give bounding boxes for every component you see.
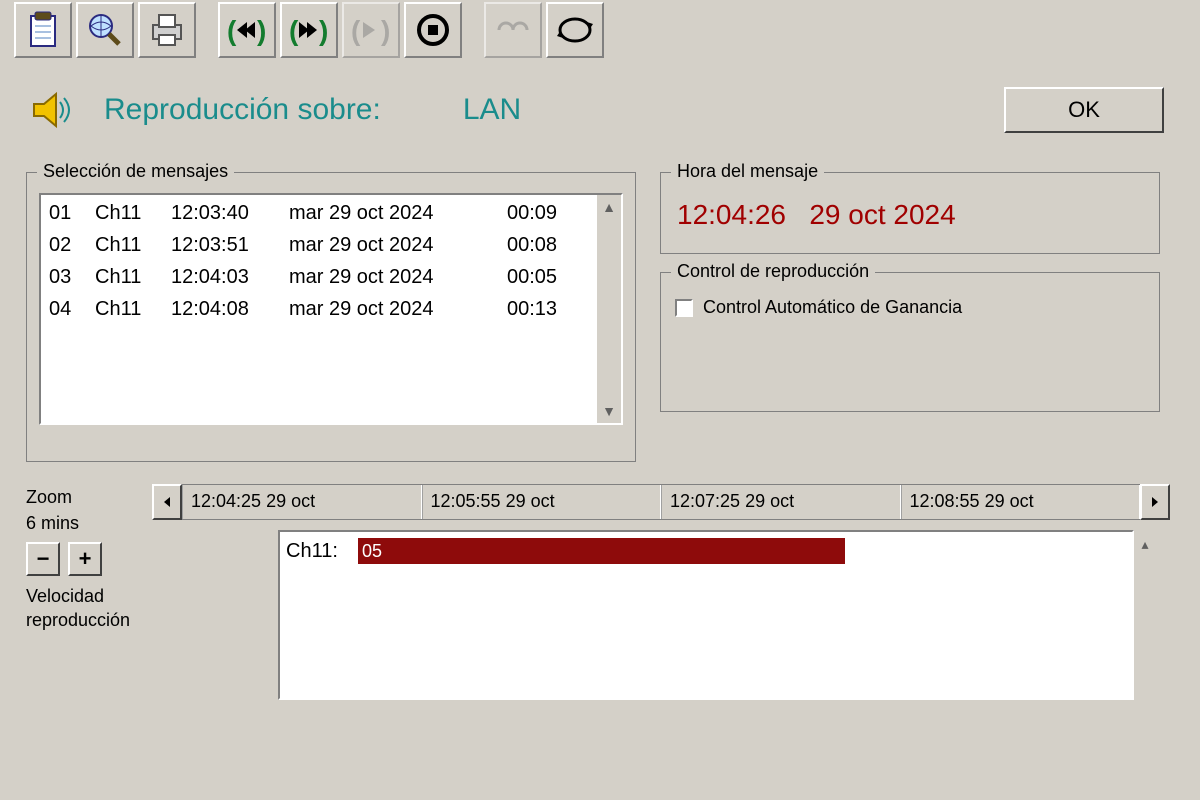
track-scroll-up-icon[interactable]: ▴ [1134,532,1156,556]
message-cell-ch: Ch11 [95,293,153,325]
message-cell-idx: 04 [49,293,77,325]
main-panel: Reproducción sobre: LAN OK Selección de … [0,64,1200,700]
message-cell-date: mar 29 oct 2024 [289,261,489,293]
message-cell-time: 12:04:08 [171,293,271,325]
message-cell-ch: Ch11 [95,261,153,293]
message-time-display: 12:04:26 29 oct 2024 [673,193,1147,241]
message-cell-dur: 00:08 [507,229,567,261]
ruler-prev-button[interactable] [152,484,182,520]
message-cell-dur: 00:05 [507,261,567,293]
ruler-cell: 12:08:55 29 oct [901,485,1141,519]
svg-text:): ) [257,15,266,46]
track-scrollbar[interactable]: ▴ [1134,532,1160,698]
zoom-in-button[interactable]: + [68,542,102,576]
link-button[interactable] [484,2,542,58]
zoom-out-button[interactable]: − [26,542,60,576]
message-cell-idx: 01 [49,197,77,229]
message-listbox[interactable]: 01 Ch11 12:03:40 mar 29 oct 2024 00:09 02 Ch11… [39,193,623,425]
ruler-next-button[interactable] [1140,484,1170,520]
playback-control-legend: Control de reproducción [671,261,875,282]
message-row[interactable]: 02 Ch11 12:03:51 mar 29 oct 2024 00:08 [41,229,621,261]
toolbar: ( ) ( ) ( ) [0,0,1200,64]
message-cell-ch: Ch11 [95,229,153,261]
clipboard-icon [25,10,61,50]
link-icon [493,15,533,45]
fast-forward-icon: ( ) [287,12,331,48]
message-cell-dur: 00:13 [507,293,567,325]
message-selection-group: Selección de mensajes 01Ch1112:03:40mar … [26,172,636,462]
ruler-cell: 12:07:25 29 oct [661,485,901,519]
message-selection-legend: Selección de mensajes [37,161,234,182]
step-forward-button[interactable]: ( ) [342,2,400,58]
agc-checkbox[interactable] [675,299,693,317]
message-cell-time: 12:03:40 [171,197,271,229]
arrow-left-icon [160,495,174,509]
print-button[interactable] [138,2,196,58]
message-cell-time: 12:04:03 [171,261,271,293]
refresh-button[interactable] [546,2,604,58]
playback-speed-label: Velocidad reproducción [26,584,146,632]
track-segment[interactable]: 05 [358,538,845,564]
printer-icon [147,11,187,49]
ok-button[interactable]: OK [1004,87,1164,133]
message-time-group: Hora del mensaje 12:04:26 29 oct 2024 [660,172,1160,254]
scroll-up-icon[interactable]: ▲ [598,195,620,219]
time-ruler: 12:04:25 29 oct12:05:55 29 oct12:07:25 2… [182,484,1140,520]
message-cell-ch: Ch11 [95,197,153,229]
playback-control-group: Control de reproducción Control Automáti… [660,272,1160,412]
fast-forward-button[interactable]: ( ) [280,2,338,58]
message-cell-date: mar 29 oct 2024 [289,229,489,261]
arrow-right-icon [1148,495,1162,509]
ruler-cell: 12:04:25 29 oct [182,485,422,519]
track-row: Ch11: 05 [286,536,1126,566]
search-globe-icon [85,10,125,50]
rewind-button[interactable]: ( ) [218,2,276,58]
rewind-icon: ( ) [225,12,269,48]
playback-label: Reproducción sobre: [104,93,381,127]
refresh-icon [555,12,595,48]
message-cell-time: 12:03:51 [171,229,271,261]
message-cell-date: mar 29 oct 2024 [289,197,489,229]
stop-icon [415,12,451,48]
speaker-icon [26,82,82,138]
message-cell-idx: 03 [49,261,77,293]
message-cell-dur: 00:09 [507,197,567,229]
zoom-label: Zoom [26,484,144,510]
list-scrollbar[interactable]: ▲ ▼ [597,195,621,423]
svg-text:): ) [319,15,328,46]
track-channel-label: Ch11: [286,540,352,563]
ruler-cell: 12:05:55 29 oct [422,485,662,519]
scroll-down-icon[interactable]: ▼ [598,399,620,423]
clipboard-button[interactable] [14,2,72,58]
message-time-legend: Hora del mensaje [671,161,824,182]
track-panel[interactable]: Ch11: 05 ▴ [278,530,1134,700]
message-date-value: 29 oct 2024 [809,199,955,230]
message-time-value: 12:04:26 [677,199,786,230]
message-row[interactable]: 03 Ch11 12:04:03 mar 29 oct 2024 00:05 [41,261,621,293]
playback-source: LAN [463,93,521,127]
zoom-duration: 6 mins [26,510,144,536]
playback-header: Reproducción sobre: LAN OK [26,82,1174,138]
svg-text:): ) [381,15,390,46]
step-forward-icon: ( ) [349,12,393,48]
svg-text:(: ( [351,15,361,46]
svg-text:(: ( [289,15,299,46]
svg-text:(: ( [227,15,237,46]
agc-label: Control Automático de Ganancia [703,297,962,318]
stop-button[interactable] [404,2,462,58]
message-row[interactable]: 04 Ch11 12:04:08 mar 29 oct 2024 00:13 [41,293,621,325]
message-cell-idx: 02 [49,229,77,261]
search-button[interactable] [76,2,134,58]
message-row[interactable]: 01 Ch11 12:03:40 mar 29 oct 2024 00:09 [41,197,621,229]
message-cell-date: mar 29 oct 2024 [289,293,489,325]
